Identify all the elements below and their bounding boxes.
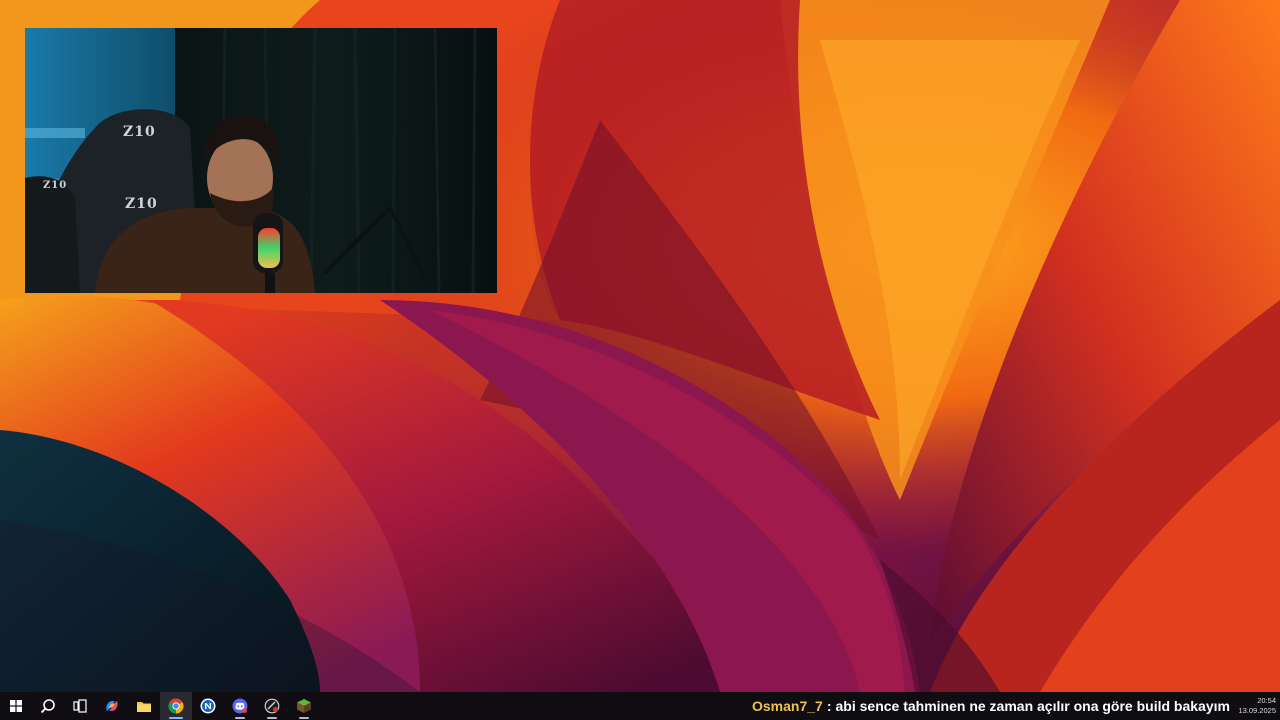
file-explorer-button[interactable]: [128, 692, 160, 720]
copilot-button[interactable]: [96, 692, 128, 720]
chair-brand-logo: Z10: [123, 124, 156, 140]
chat-username: Osman7_7: [752, 698, 823, 714]
minecraft-icon: [297, 699, 311, 713]
windows-logo-icon: [10, 700, 22, 712]
chat-ticker: Osman7_7 : abi sence tahminen ne zaman a…: [752, 692, 1230, 720]
chair-brand-logo-side: Z10: [43, 180, 68, 191]
app-n-button[interactable]: [192, 692, 224, 720]
discord-icon: [232, 698, 248, 714]
search-button[interactable]: [32, 692, 64, 720]
system-clock[interactable]: 20:54 13.09.2025: [1236, 694, 1276, 718]
chair-brand-logo-lower: Z10: [125, 196, 158, 212]
game-launcher-icon: [264, 698, 280, 714]
discord-button[interactable]: [224, 692, 256, 720]
webcam-overlay: Z10 Z10 Z10: [25, 28, 497, 293]
task-view-icon: [73, 699, 87, 713]
webcam-feed: [25, 28, 497, 293]
desktop: Z10 Z10 Z10 Osman7_7: abi sence tahmine…: [0, 0, 1280, 720]
folder-icon: [137, 702, 151, 712]
chat-separator: :: [826, 698, 832, 714]
search-icon: [40, 699, 55, 714]
start-button[interactable]: [0, 692, 32, 720]
chrome-icon: [168, 698, 184, 714]
copilot-icon: [106, 701, 118, 711]
clock-time: 20:54: [1257, 696, 1276, 705]
minecraft-button[interactable]: [288, 692, 320, 720]
taskbar: Osman7_7 : abi sence tahminen ne zaman a…: [0, 692, 1280, 720]
chat-message: abi sence tahminen ne zaman açılır ona g…: [835, 698, 1230, 714]
chrome-button[interactable]: [160, 692, 192, 720]
clock-date: 13.09.2025: [1238, 706, 1276, 715]
task-view-button[interactable]: [64, 692, 96, 720]
app-game-button[interactable]: [256, 692, 288, 720]
n-app-icon: [200, 698, 216, 714]
